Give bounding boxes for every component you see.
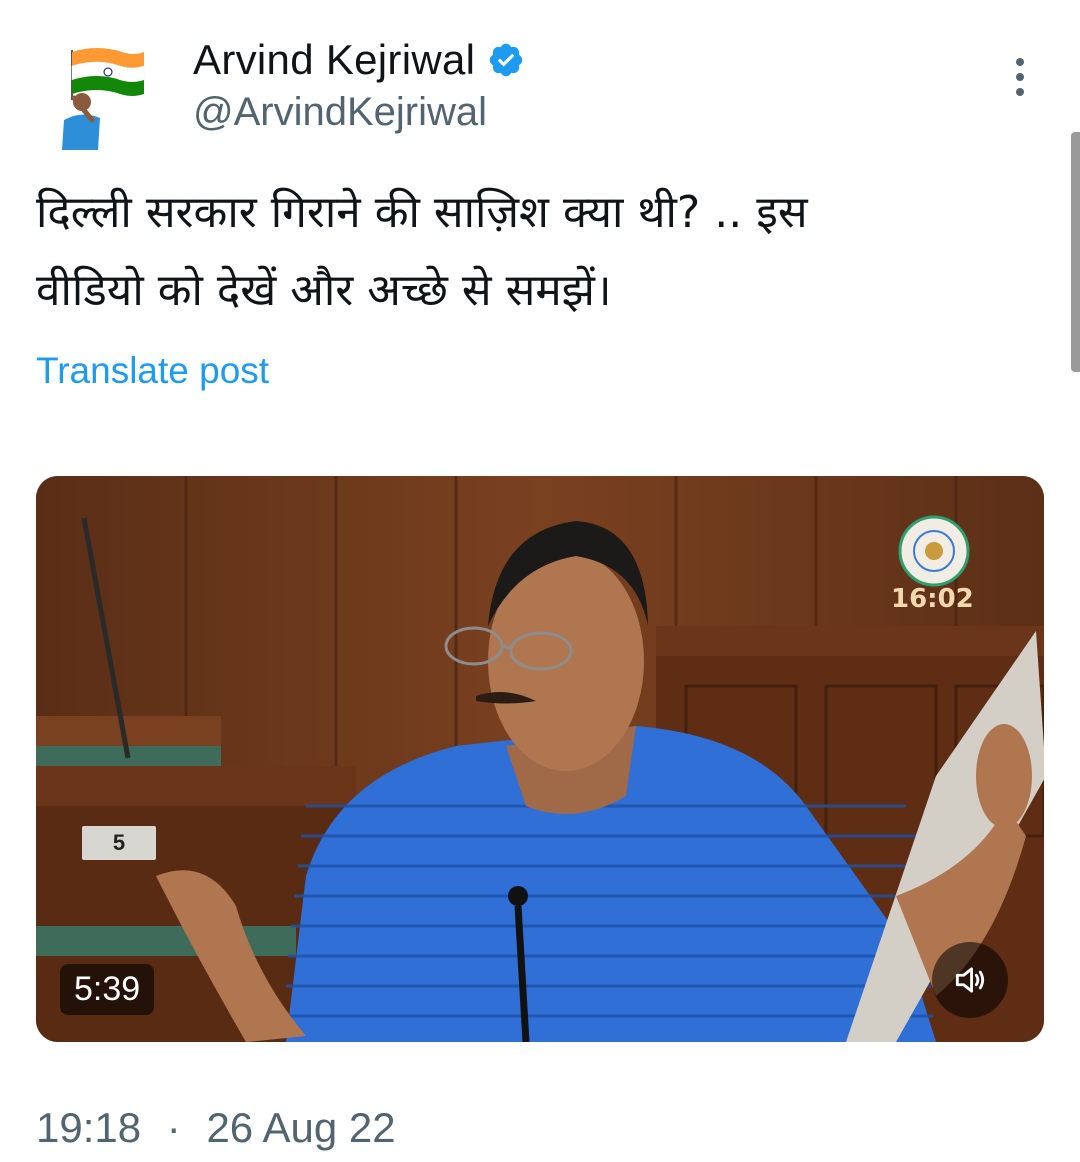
translate-post-link[interactable]: Translate post (36, 350, 269, 392)
author-avatar[interactable] (52, 40, 148, 150)
volume-button[interactable] (932, 942, 1008, 1018)
tweet-text-line-2: वीडियो को देखें और अच्छे से समझें। (36, 265, 612, 316)
seat-number-plate: 5 (82, 826, 156, 860)
post-time: 19:18 (36, 1104, 142, 1151)
verified-badge-icon (490, 43, 523, 77)
more-options-icon (1016, 58, 1024, 66)
author-name[interactable]: Arvind Kejriwal (193, 36, 475, 84)
speaker-icon (955, 967, 985, 993)
avatar-with-flag-icon (62, 48, 145, 150)
timestamp-separator: · (166, 1104, 181, 1151)
tweet-text-line-1: दिल्ली सरकार गिराने की साज़िश क्या थी? .… (36, 187, 808, 238)
tweet-text: दिल्ली सरकार गिराने की साज़िश क्या थी? .… (36, 174, 1026, 330)
scrollbar[interactable] (1071, 132, 1080, 372)
overlay-clock: 16:02 (891, 584, 974, 614)
more-options-button[interactable] (1003, 58, 1037, 96)
author-handle[interactable]: @ArvindKejriwal (193, 90, 487, 135)
video-player[interactable]: 16:02 5 5:39 (36, 476, 1044, 1042)
video-duration: 5:39 (60, 964, 155, 1015)
post-timestamp[interactable]: 19:18 · 26 Aug 22 (36, 1104, 396, 1152)
video-frame (36, 476, 1044, 1042)
post-date: 26 Aug 22 (206, 1104, 396, 1151)
author-name-row[interactable]: Arvind Kejriwal (193, 36, 525, 84)
